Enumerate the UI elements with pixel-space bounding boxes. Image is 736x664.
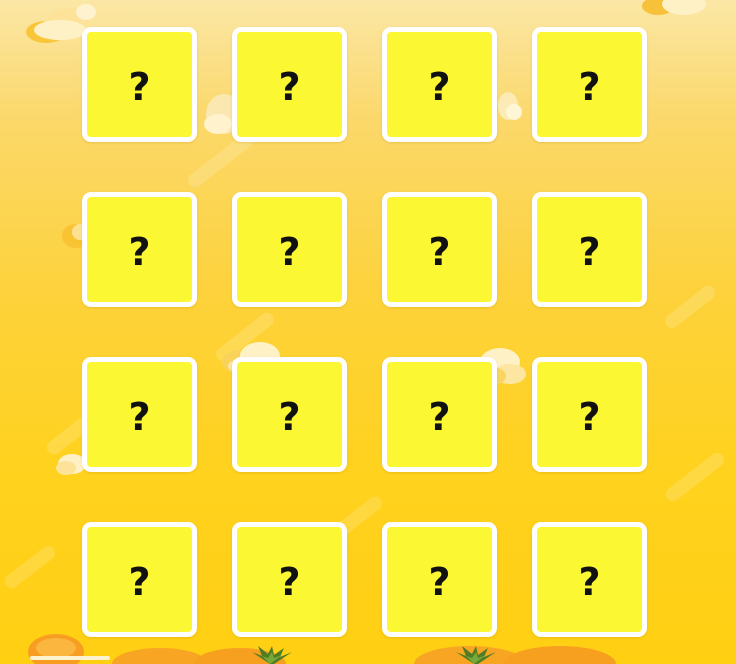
card-hidden-label: ? [278, 394, 301, 439]
background-streak [663, 449, 727, 505]
memory-card[interactable]: ? [382, 522, 497, 637]
memory-card[interactable]: ? [532, 27, 647, 142]
memory-card[interactable]: ? [532, 522, 647, 637]
card-hidden-label: ? [578, 64, 601, 109]
background-streak [662, 283, 718, 331]
memory-card[interactable]: ? [82, 357, 197, 472]
memory-card[interactable]: ? [382, 27, 497, 142]
memory-card[interactable]: ? [232, 522, 347, 637]
memory-card[interactable]: ? [82, 522, 197, 637]
leaf-sprout-icon [456, 646, 496, 664]
card-hidden-label: ? [578, 394, 601, 439]
card-hidden-label: ? [278, 559, 301, 604]
card-hidden-label: ? [578, 559, 601, 604]
game-background: ? ? ? ? ? ? ? ? ? ? ? ? ? ? ? ? [0, 0, 736, 664]
card-hidden-label: ? [128, 64, 151, 109]
memory-card[interactable]: ? [232, 192, 347, 307]
memory-card[interactable]: ? [382, 357, 497, 472]
memory-card[interactable]: ? [532, 357, 647, 472]
memory-card[interactable]: ? [532, 192, 647, 307]
card-hidden-label: ? [578, 229, 601, 274]
memory-card-grid: ? ? ? ? ? ? ? ? ? ? ? ? ? ? ? ? [82, 27, 657, 647]
memory-card[interactable]: ? [82, 27, 197, 142]
card-hidden-label: ? [128, 229, 151, 274]
memory-card[interactable]: ? [382, 192, 497, 307]
card-hidden-label: ? [278, 229, 301, 274]
memory-card[interactable]: ? [232, 27, 347, 142]
card-hidden-label: ? [428, 229, 451, 274]
card-hidden-label: ? [428, 559, 451, 604]
memory-card[interactable]: ? [82, 192, 197, 307]
leaf-sprout-icon [252, 646, 292, 664]
card-hidden-label: ? [428, 394, 451, 439]
background-streak [2, 543, 58, 591]
card-hidden-label: ? [428, 64, 451, 109]
memory-card[interactable]: ? [232, 357, 347, 472]
cloud-icon [642, 0, 706, 15]
card-hidden-label: ? [278, 64, 301, 109]
card-hidden-label: ? [128, 559, 151, 604]
card-hidden-label: ? [128, 394, 151, 439]
